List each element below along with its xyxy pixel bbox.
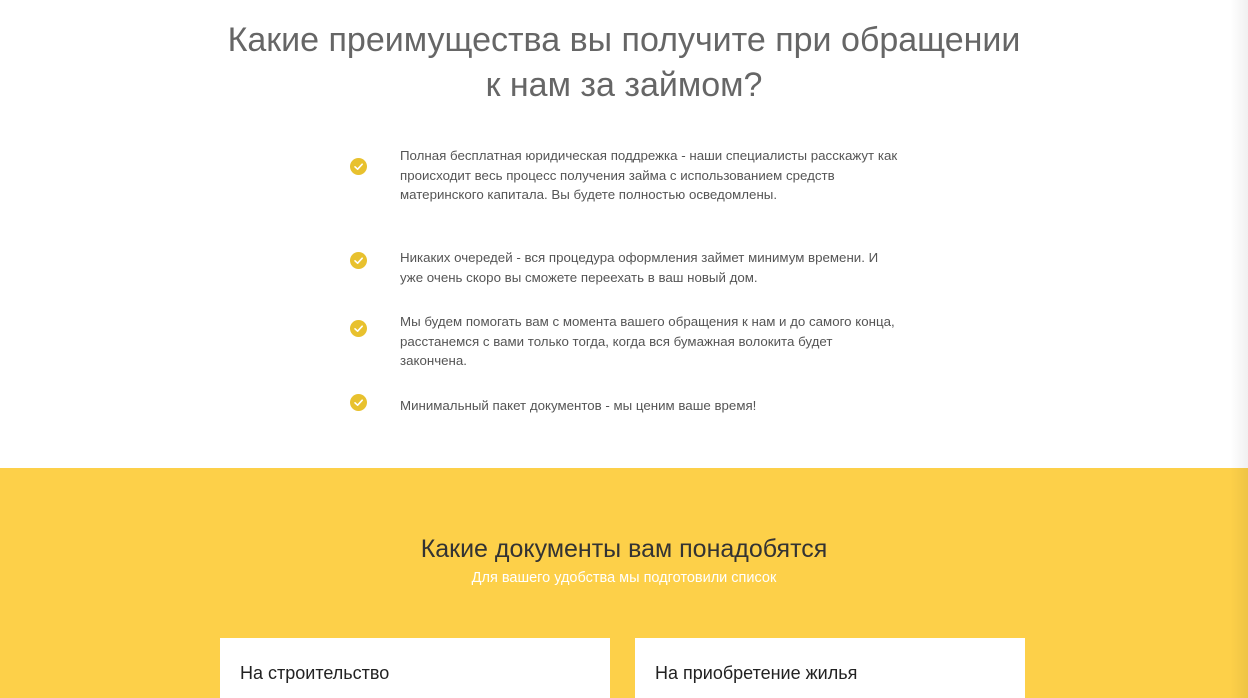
benefit-text: Мы будем помогать вам с момента вашего о… [400, 314, 895, 368]
benefits-title-line-2: к нам за займом? [485, 66, 763, 104]
benefit-text: Никаких очередей - вся процедура оформле… [400, 250, 879, 285]
document-card-construction[interactable]: На строительство [220, 638, 610, 698]
check-circle-icon [350, 158, 367, 175]
benefits-section: Какие преимущества вы получите при обращ… [0, 0, 1248, 468]
page: Какие преимущества вы получите при обращ… [0, 0, 1248, 698]
document-card-purchase[interactable]: На приобретение жилья [635, 638, 1025, 698]
document-card-title: На приобретение жилья [655, 663, 858, 683]
documents-section: Какие документы вам понадобятся Для ваше… [0, 468, 1248, 698]
check-circle-icon [350, 320, 367, 337]
document-card-title: На строительство [240, 663, 390, 683]
benefit-text: Минимальный пакет документов - мы ценим … [400, 398, 757, 413]
check-circle-icon [350, 394, 367, 411]
right-edge-shadow [1230, 0, 1248, 698]
benefits-title-line-1: Какие преимущества вы получите при обращ… [227, 21, 1021, 59]
check-circle-icon [350, 252, 367, 269]
benefits-title: Какие преимущества вы получите при обращ… [0, 18, 1248, 108]
benefit-text: Полная бесплатная юридическая поддрежка … [400, 148, 898, 202]
documents-subtitle: Для вашего удобства мы подготовили списо… [471, 570, 777, 586]
documents-title: Какие документы вам понадобятся [420, 535, 828, 563]
